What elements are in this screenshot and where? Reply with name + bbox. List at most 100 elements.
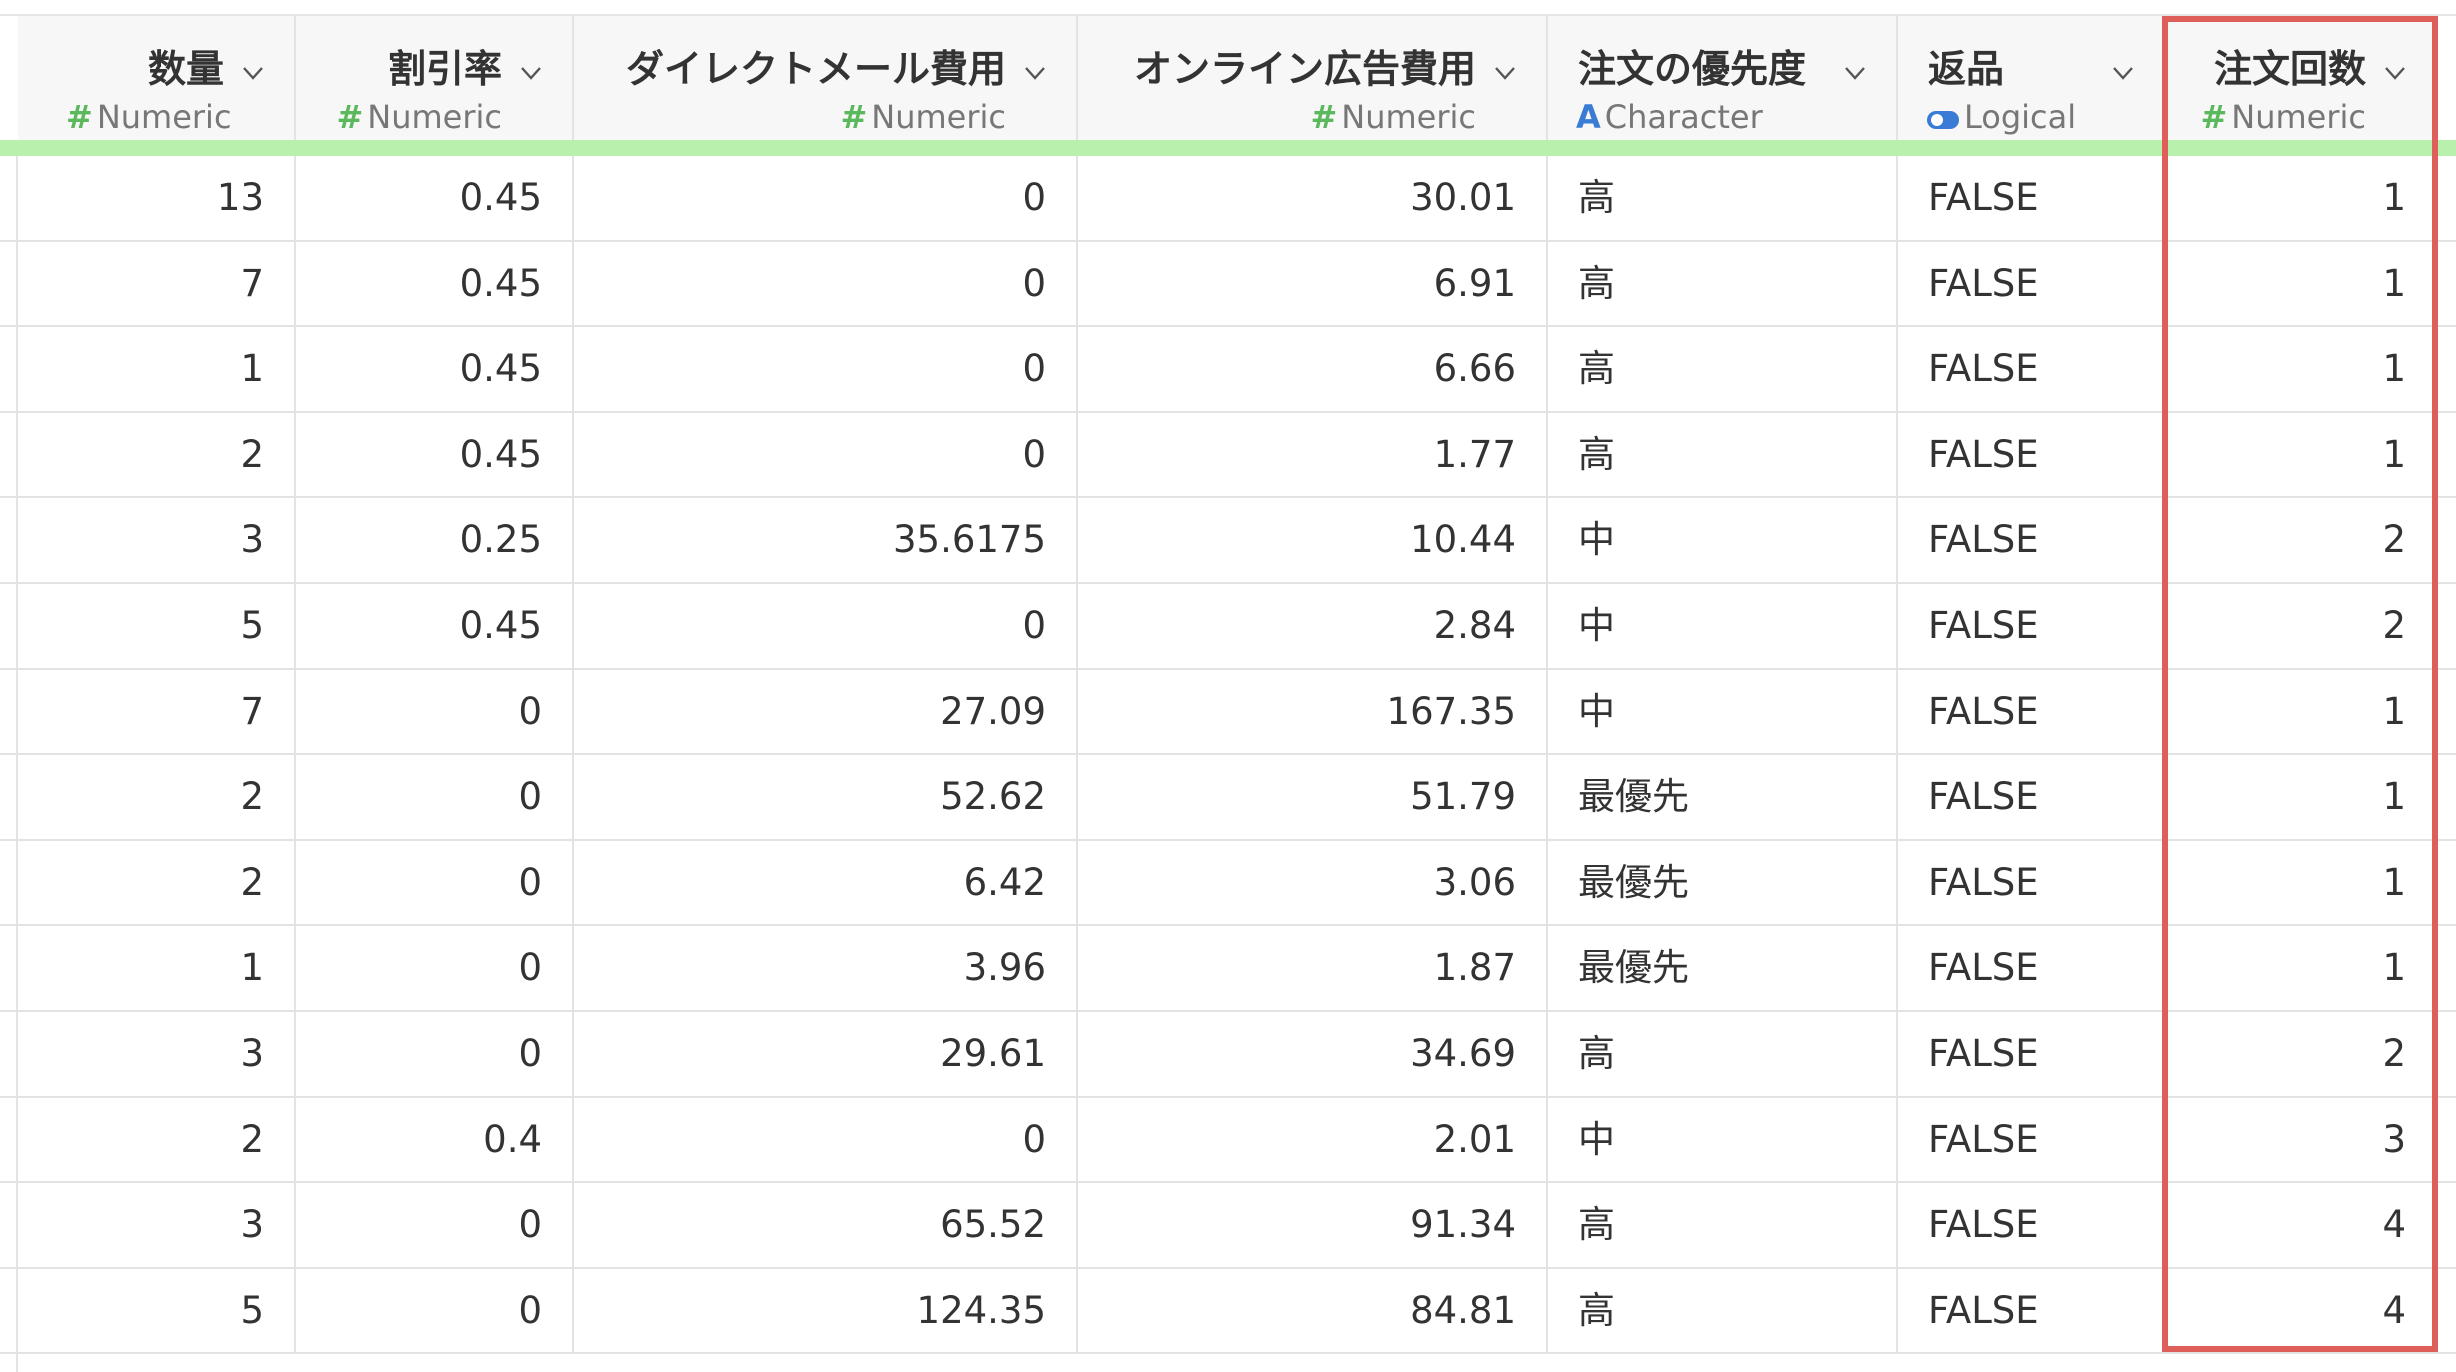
cell-dm_cost[interactable]: 35.6175 — [574, 498, 1078, 582]
cell-order_count[interactable]: 2 — [2166, 583, 2438, 668]
cell-order_count[interactable]: 1 — [2166, 241, 2438, 326]
cell-ad_cost[interactable]: 3.06 — [1078, 840, 1548, 925]
table-row[interactable]: 7 0.45 0 6.91 高 FALSE 1 — [0, 241, 2456, 328]
table-row[interactable]: 3 0.25 35.6175 10.44 中 FALSE 2 — [0, 498, 2456, 584]
table-row[interactable]: 2 0.45 0 1.77 高 FALSE 1 — [0, 412, 2456, 499]
table-row[interactable]: 7 0 27.09 167.35 中 FALSE 1 — [0, 669, 2456, 756]
cell-priority[interactable]: 最優先 — [1548, 840, 1898, 925]
cell-ad_cost[interactable]: 10.44 — [1078, 498, 1548, 582]
cell-ad_cost[interactable]: 2.01 — [1078, 1097, 1548, 1182]
table-row[interactable]: 1 0.45 0 6.66 高 FALSE 1 — [0, 327, 2456, 413]
cell-dm_cost[interactable]: 124.35 — [574, 1268, 1078, 1353]
cell-ad_cost[interactable]: 6.66 — [1078, 327, 1548, 411]
cell-discount[interactable]: 0 — [296, 1183, 574, 1267]
cell-qty[interactable]: 3 — [18, 498, 296, 582]
cell-discount[interactable]: 0.45 — [296, 412, 574, 497]
cell-order_count[interactable]: 1 — [2166, 926, 2438, 1010]
cell-dm_cost[interactable]: 0 — [574, 156, 1078, 240]
cell-qty[interactable]: 5 — [18, 583, 296, 668]
cell-dm_cost[interactable]: 0 — [574, 412, 1078, 497]
cell-ad_cost[interactable]: 6.91 — [1078, 241, 1548, 326]
chevron-down-icon[interactable] — [2384, 62, 2406, 84]
cell-discount[interactable]: 0.25 — [296, 498, 574, 582]
cell-discount[interactable]: 0 — [296, 840, 574, 925]
cell-order_count[interactable]: 4 — [2166, 1268, 2438, 1353]
cell-dm_cost[interactable]: 0 — [574, 327, 1078, 411]
cell-qty[interactable]: 2 — [18, 840, 296, 925]
cell-order_count[interactable]: 1 — [2166, 755, 2438, 839]
chevron-down-icon[interactable] — [242, 62, 264, 84]
cell-order_count[interactable]: 3 — [2166, 1097, 2438, 1182]
cell-returned[interactable]: FALSE — [1898, 241, 2166, 326]
cell-returned[interactable]: FALSE — [1898, 156, 2166, 240]
cell-qty[interactable]: 5 — [18, 1268, 296, 1353]
cell-dm_cost[interactable]: 52.62 — [574, 755, 1078, 839]
cell-returned[interactable]: FALSE — [1898, 1097, 2166, 1182]
cell-discount[interactable]: 0.45 — [296, 241, 574, 326]
cell-order_count[interactable]: 1 — [2166, 327, 2438, 411]
cell-qty[interactable]: 3 — [18, 1011, 296, 1096]
column-header-order_count[interactable]: 注文回数 # Numeric — [2166, 16, 2438, 140]
cell-priority[interactable]: 最優先 — [1548, 926, 1898, 1010]
cell-dm_cost[interactable]: 3.96 — [574, 926, 1078, 1010]
chevron-down-icon[interactable] — [520, 62, 542, 84]
column-header-ad_cost[interactable]: オンライン広告費用 # Numeric — [1078, 16, 1548, 140]
cell-returned[interactable]: FALSE — [1898, 1268, 2166, 1353]
cell-ad_cost[interactable]: 2.84 — [1078, 583, 1548, 668]
cell-qty[interactable]: 3 — [18, 1183, 296, 1267]
cell-order_count[interactable]: 4 — [2166, 1183, 2438, 1267]
column-header-priority[interactable]: 注文の優先度 A Character — [1548, 16, 1898, 140]
cell-ad_cost[interactable]: 84.81 — [1078, 1268, 1548, 1353]
cell-ad_cost[interactable]: 34.69 — [1078, 1011, 1548, 1096]
table-row[interactable]: 2 0 6.42 3.06 最優先 FALSE 1 — [0, 840, 2456, 927]
cell-qty[interactable]: 1 — [18, 327, 296, 411]
cell-returned[interactable]: FALSE — [1898, 583, 2166, 668]
cell-discount[interactable]: 0.45 — [296, 327, 574, 411]
table-row[interactable]: 5 0.45 0 2.84 中 FALSE 2 — [0, 583, 2456, 670]
cell-discount[interactable]: 0 — [296, 926, 574, 1010]
table-row[interactable]: 13 0.45 0 30.01 高 FALSE 1 — [0, 156, 2456, 242]
cell-discount[interactable]: 0.4 — [296, 1097, 574, 1182]
cell-priority[interactable]: 中 — [1548, 498, 1898, 582]
cell-returned[interactable]: FALSE — [1898, 498, 2166, 582]
cell-priority[interactable]: 高 — [1548, 1011, 1898, 1096]
cell-priority[interactable]: 中 — [1548, 1097, 1898, 1182]
cell-returned[interactable]: FALSE — [1898, 1011, 2166, 1096]
cell-order_count[interactable]: 2 — [2166, 1011, 2438, 1096]
chevron-down-icon[interactable] — [1494, 62, 1516, 84]
cell-returned[interactable]: FALSE — [1898, 1183, 2166, 1267]
column-header-dm_cost[interactable]: ダイレクトメール費用 # Numeric — [574, 16, 1078, 140]
table-row[interactable]: 3 0 65.52 91.34 高 FALSE 4 — [0, 1183, 2456, 1269]
cell-dm_cost[interactable]: 0 — [574, 241, 1078, 326]
cell-priority[interactable]: 最優先 — [1548, 755, 1898, 839]
cell-qty[interactable]: 13 — [18, 156, 296, 240]
cell-priority[interactable]: 高 — [1548, 327, 1898, 411]
cell-dm_cost[interactable]: 0 — [574, 583, 1078, 668]
cell-ad_cost[interactable]: 1.87 — [1078, 926, 1548, 1010]
cell-priority[interactable]: 高 — [1548, 241, 1898, 326]
cell-order_count[interactable]: 1 — [2166, 156, 2438, 240]
cell-ad_cost[interactable]: 30.01 — [1078, 156, 1548, 240]
cell-discount[interactable]: 0 — [296, 669, 574, 754]
cell-returned[interactable]: FALSE — [1898, 327, 2166, 411]
cell-qty[interactable]: 2 — [18, 412, 296, 497]
cell-priority[interactable]: 中 — [1548, 669, 1898, 754]
cell-discount[interactable]: 0 — [296, 755, 574, 839]
cell-returned[interactable]: FALSE — [1898, 926, 2166, 1010]
cell-qty[interactable]: 7 — [18, 669, 296, 754]
cell-discount[interactable]: 0 — [296, 1011, 574, 1096]
column-header-qty[interactable]: 数量 # Numeric — [18, 16, 296, 140]
table-row[interactable]: 2 0.4 0 2.01 中 FALSE 3 — [0, 1097, 2456, 1184]
cell-order_count[interactable]: 1 — [2166, 840, 2438, 925]
cell-priority[interactable]: 高 — [1548, 412, 1898, 497]
column-header-discount[interactable]: 割引率 # Numeric — [296, 16, 574, 140]
cell-dm_cost[interactable]: 27.09 — [574, 669, 1078, 754]
cell-discount[interactable]: 0.45 — [296, 156, 574, 240]
cell-ad_cost[interactable]: 1.77 — [1078, 412, 1548, 497]
chevron-down-icon[interactable] — [1844, 62, 1866, 84]
chevron-down-icon[interactable] — [2112, 62, 2134, 84]
cell-order_count[interactable]: 1 — [2166, 412, 2438, 497]
cell-qty[interactable]: 7 — [18, 241, 296, 326]
cell-qty[interactable]: 2 — [18, 755, 296, 839]
cell-discount[interactable]: 0 — [296, 1268, 574, 1353]
